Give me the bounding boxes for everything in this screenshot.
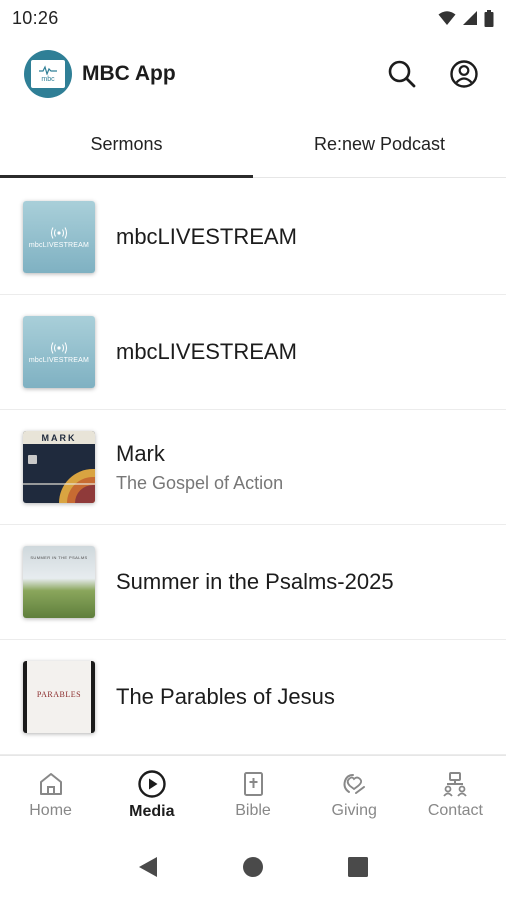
recents-icon: [347, 856, 368, 877]
home-icon: [39, 772, 62, 795]
app-actions: [384, 56, 482, 92]
nav-bible[interactable]: Bible: [202, 756, 303, 833]
app-logo-text: mbc: [41, 76, 55, 83]
status-bar: 10:26: [0, 0, 506, 36]
nav-label: Home: [29, 801, 72, 819]
list-item-title: Summer in the Psalms-2025: [116, 569, 394, 594]
list-item-text: Mark The Gospel of Action: [116, 441, 283, 494]
app-bar: mbc MBC App: [0, 36, 506, 112]
nav-giving[interactable]: Giving: [304, 756, 405, 833]
tab-sermons[interactable]: Sermons: [0, 112, 253, 178]
bottom-nav: Home Media Bible Giving Contact: [0, 755, 506, 833]
nav-label: Giving: [331, 801, 377, 819]
thumbnail-label: mbcLIVESTREAM: [28, 356, 90, 364]
battery-icon: [484, 9, 494, 27]
list-item-text: mbcLIVESTREAM: [116, 224, 297, 250]
tab-renew-podcast[interactable]: Re:new Podcast: [253, 112, 506, 177]
search-icon: [388, 60, 416, 88]
broadcast-icon: [51, 226, 67, 239]
broadcast-icon: [39, 65, 57, 75]
nav-label: Bible: [235, 801, 271, 819]
parables-thumbnail: PARABLES: [23, 661, 95, 733]
wifi-icon: [438, 11, 456, 25]
list-item[interactable]: mbcLIVESTREAM mbcLIVESTREAM: [0, 180, 506, 295]
system-home-button[interactable]: [233, 847, 273, 887]
list-item-text: Summer in the Psalms-2025: [116, 569, 394, 595]
tab-bar: Sermons Re:new Podcast: [0, 112, 506, 178]
list-item[interactable]: PARABLES The Parables of Jesus: [0, 640, 506, 755]
play-circle-icon: [138, 769, 166, 798]
livestream-thumbnail: mbcLIVESTREAM: [23, 201, 95, 273]
search-button[interactable]: [384, 56, 420, 92]
system-back-button[interactable]: [128, 847, 168, 887]
nav-label: Media: [129, 802, 175, 820]
list-item-text: mbcLIVESTREAM: [116, 339, 297, 365]
thumbnail-label: PARABLES: [36, 690, 82, 699]
list-item-title: Mark: [116, 440, 165, 466]
list-item[interactable]: SUMMER IN THE PSALMS Summer in the Psalm…: [0, 525, 506, 640]
mark-thumbnail: MARK: [23, 431, 95, 503]
list-item-title: The Parables of Jesus: [116, 684, 335, 709]
list-item-text: The Parables of Jesus: [116, 684, 335, 710]
broadcast-icon: [51, 341, 67, 354]
nav-home[interactable]: Home: [0, 756, 101, 833]
app-title: MBC App: [82, 62, 176, 85]
app-logo-mark: mbc: [31, 60, 65, 88]
home-circle-icon: [242, 856, 263, 877]
list-item-subtitle: The Gospel of Action: [116, 472, 284, 493]
nav-media[interactable]: Media: [101, 756, 202, 833]
account-button[interactable]: [446, 56, 482, 92]
list-item-title: mbcLIVESTREAM: [116, 339, 297, 364]
bible-icon: [244, 771, 263, 796]
list-item[interactable]: mbcLIVESTREAM mbcLIVESTREAM: [0, 295, 506, 410]
nav-contact[interactable]: Contact: [405, 756, 506, 833]
nav-label: Contact: [427, 801, 483, 819]
signal-icon: [463, 11, 477, 25]
livestream-thumbnail: mbcLIVESTREAM: [23, 316, 95, 388]
system-nav-bar: [0, 833, 506, 900]
status-icons: [438, 9, 494, 27]
thumbnail-border: [91, 661, 95, 733]
giving-icon: [343, 773, 366, 794]
list-item[interactable]: MARK Mark The Gospel of Action: [0, 410, 506, 525]
list-item-title: mbcLIVESTREAM: [116, 224, 297, 249]
sermon-list: mbcLIVESTREAM mbcLIVESTREAM mbcLIVESTREA…: [0, 180, 506, 755]
back-icon: [139, 856, 158, 877]
summer-thumbnail: SUMMER IN THE PSALMS: [23, 546, 95, 618]
sunset-graphic: [23, 469, 95, 503]
contact-icon: [443, 771, 468, 797]
status-time: 10:26: [12, 7, 59, 28]
thumbnail-label: SUMMER IN THE PSALMS: [30, 555, 88, 560]
account-icon: [450, 60, 478, 88]
app-logo: mbc: [24, 50, 72, 98]
thumbnail-label: mbcLIVESTREAM: [28, 241, 90, 249]
system-recents-button[interactable]: [338, 847, 378, 887]
